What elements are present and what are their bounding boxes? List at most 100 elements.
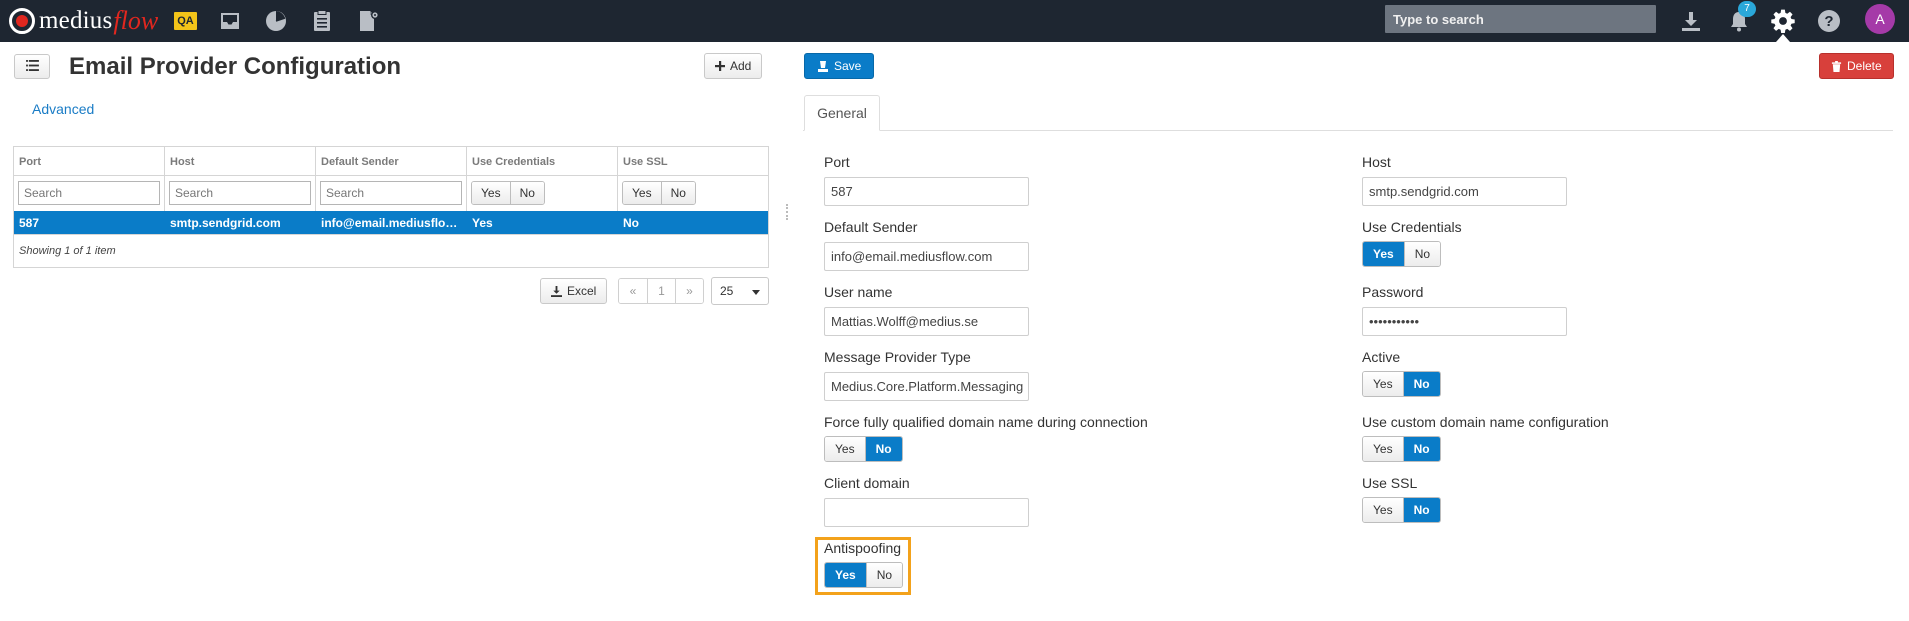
active-section-marker bbox=[1776, 34, 1790, 42]
tab-strip-divider bbox=[803, 130, 1893, 131]
logo-word-flow: flow bbox=[113, 6, 159, 35]
grid-header-row: Port Host Default Sender Use Credentials… bbox=[14, 147, 768, 176]
custom-domain-label: Use custom domain name configuration bbox=[1362, 414, 1609, 430]
pager-current-page[interactable]: 1 bbox=[647, 279, 675, 303]
sender-filter-input[interactable] bbox=[320, 181, 462, 205]
column-header-host[interactable]: Host bbox=[165, 147, 316, 175]
clipboard-icon[interactable] bbox=[309, 8, 335, 34]
excel-button-label: Excel bbox=[567, 284, 597, 298]
use-credentials-no[interactable]: No bbox=[1403, 242, 1441, 266]
ssl-filter-toggle: Yes No bbox=[622, 181, 696, 205]
export-excel-button[interactable]: Excel bbox=[540, 278, 608, 304]
ssl-filter-no[interactable]: No bbox=[660, 182, 695, 204]
user-avatar[interactable]: A bbox=[1865, 4, 1895, 34]
plus-icon bbox=[715, 61, 725, 71]
pager-next[interactable]: » bbox=[675, 279, 703, 303]
add-button[interactable]: Add bbox=[704, 53, 763, 79]
custom-domain-no[interactable]: No bbox=[1402, 437, 1440, 461]
list-toggle-button[interactable] bbox=[14, 54, 50, 79]
credentials-filter-no[interactable]: No bbox=[509, 182, 544, 204]
password-input[interactable]: ••••••••••• bbox=[1362, 307, 1567, 336]
page-title: Email Provider Configuration bbox=[69, 53, 402, 80]
fqdn-no[interactable]: No bbox=[864, 437, 902, 461]
use-credentials-label: Use Credentials bbox=[1362, 219, 1462, 235]
environment-badge: QA bbox=[174, 12, 197, 30]
logo-mark-icon bbox=[9, 8, 35, 34]
settings-gear-icon[interactable] bbox=[1769, 7, 1797, 35]
host-label: Host bbox=[1362, 154, 1391, 170]
port-filter-input[interactable] bbox=[18, 181, 160, 205]
panel-splitter-handle[interactable] bbox=[786, 204, 790, 220]
default-sender-input[interactable]: info@email.mediusflow.com bbox=[824, 242, 1029, 271]
client-domain-label: Client domain bbox=[824, 475, 910, 491]
download-icon[interactable] bbox=[1677, 7, 1705, 35]
column-header-port[interactable]: Port bbox=[14, 147, 165, 175]
pager-previous[interactable]: « bbox=[619, 279, 647, 303]
password-label: Password bbox=[1362, 284, 1424, 300]
list-icon bbox=[25, 59, 39, 74]
active-toggle: Yes No bbox=[1362, 371, 1441, 397]
table-row[interactable]: 587 smtp.sendgrid.com info@email.mediusf… bbox=[14, 211, 768, 234]
mediusflow-logo[interactable]: medius flow bbox=[9, 0, 158, 42]
caret-down-icon bbox=[752, 284, 760, 298]
fqdn-toggle: Yes No bbox=[824, 436, 903, 462]
new-document-icon[interactable] bbox=[355, 8, 381, 34]
active-label: Active bbox=[1362, 349, 1401, 365]
provider-type-input[interactable]: Medius.Core.Platform.Messaging bbox=[824, 372, 1029, 401]
fqdn-yes[interactable]: Yes bbox=[825, 437, 865, 461]
credentials-filter-toggle: Yes No bbox=[471, 181, 545, 205]
host-input[interactable]: smtp.sendgrid.com bbox=[1362, 177, 1567, 206]
port-input[interactable]: 587 bbox=[824, 177, 1029, 206]
row-port: 587 bbox=[19, 216, 40, 230]
use-ssl-no[interactable]: No bbox=[1402, 498, 1440, 522]
column-header-default-sender[interactable]: Default Sender bbox=[316, 147, 467, 175]
provider-type-label: Message Provider Type bbox=[824, 349, 971, 365]
svg-text:?: ? bbox=[1824, 13, 1833, 30]
fqdn-label: Force fully qualified domain name during… bbox=[824, 414, 1148, 430]
delete-button[interactable]: Delete bbox=[1819, 53, 1894, 79]
pagination: « 1 » bbox=[618, 278, 704, 304]
use-ssl-label: Use SSL bbox=[1362, 475, 1418, 491]
row-use-ssl: No bbox=[623, 216, 639, 230]
inbox-icon[interactable] bbox=[217, 8, 243, 34]
username-label: User name bbox=[824, 284, 893, 300]
port-label: Port bbox=[824, 154, 850, 170]
use-ssl-yes[interactable]: Yes bbox=[1363, 498, 1403, 522]
analytics-pie-icon[interactable] bbox=[263, 8, 289, 34]
notification-count-badge: 7 bbox=[1738, 1, 1756, 17]
active-yes[interactable]: Yes bbox=[1363, 372, 1403, 396]
custom-domain-toggle: Yes No bbox=[1362, 436, 1441, 462]
delete-button-label: Delete bbox=[1847, 59, 1882, 73]
column-header-use-credentials[interactable]: Use Credentials bbox=[467, 147, 618, 175]
default-sender-label: Default Sender bbox=[824, 219, 918, 235]
save-button-label: Save bbox=[834, 59, 862, 73]
credentials-filter-yes[interactable]: Yes bbox=[472, 182, 510, 204]
logo-word-medius: medius bbox=[39, 7, 113, 34]
add-button-label: Add bbox=[730, 59, 752, 73]
custom-domain-yes[interactable]: Yes bbox=[1363, 437, 1403, 461]
client-domain-input[interactable] bbox=[824, 498, 1029, 527]
trash-icon bbox=[1831, 60, 1842, 72]
row-default-sender: info@email.mediusflow.com bbox=[321, 216, 467, 230]
save-icon bbox=[817, 60, 829, 72]
antispoofing-highlight bbox=[815, 537, 911, 595]
page-size-select[interactable]: 25 bbox=[711, 277, 769, 305]
ssl-filter-yes[interactable]: Yes bbox=[623, 182, 661, 204]
column-header-use-ssl[interactable]: Use SSL bbox=[618, 147, 768, 175]
download-icon bbox=[551, 285, 562, 297]
host-filter-input[interactable] bbox=[169, 181, 311, 205]
global-search-input[interactable] bbox=[1385, 5, 1656, 33]
tab-general[interactable]: General bbox=[804, 95, 880, 131]
row-use-credentials: Yes bbox=[472, 216, 493, 230]
providers-grid: Port Host Default Sender Use Credentials… bbox=[13, 146, 769, 268]
row-host: smtp.sendgrid.com bbox=[170, 216, 281, 230]
page-size-value: 25 bbox=[720, 284, 734, 298]
use-credentials-yes[interactable]: Yes bbox=[1363, 242, 1404, 266]
active-no[interactable]: No bbox=[1402, 372, 1440, 396]
save-button[interactable]: Save bbox=[804, 53, 875, 79]
username-input[interactable]: Mattias.Wolff@medius.se bbox=[824, 307, 1029, 336]
use-credentials-toggle: Yes No bbox=[1362, 241, 1442, 267]
advanced-link[interactable]: Advanced bbox=[32, 101, 94, 117]
help-icon[interactable]: ? bbox=[1815, 7, 1843, 35]
use-ssl-toggle: Yes No bbox=[1362, 497, 1441, 523]
